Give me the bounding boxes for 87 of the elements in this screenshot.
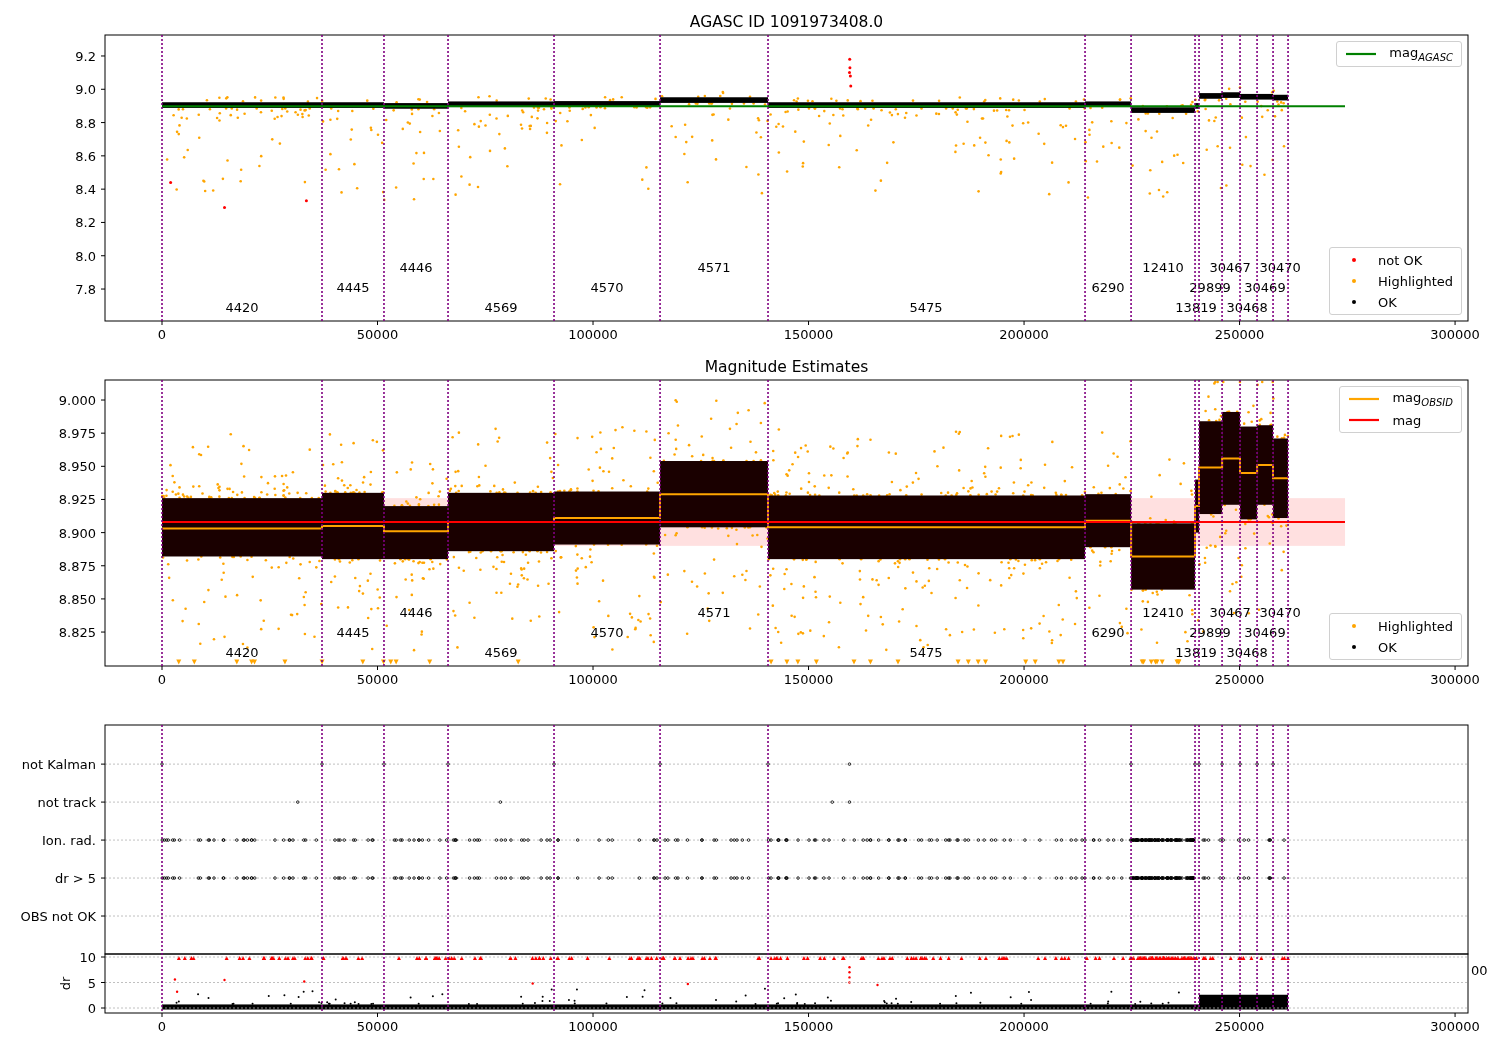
obsid-label: 6290: [1091, 280, 1125, 295]
obsid-label: 30469: [1244, 625, 1286, 640]
axis-tick-label: 150000: [783, 327, 834, 342]
axis-tick-label: Ion. rad.: [42, 833, 96, 849]
obsid-label: 4445: [336, 280, 370, 295]
axis-tick-label: 50000: [356, 327, 399, 342]
axis-tick-label: 50000: [356, 1019, 399, 1034]
axis-tick-label: 9.0: [75, 82, 96, 98]
axis-tick-label: 150000: [783, 1019, 834, 1034]
chart-title: Magnitude Estimates: [704, 358, 869, 376]
chart-title: AGASC ID 1091973408.0: [689, 13, 884, 31]
obsid-label: 5475: [909, 645, 943, 660]
axis-tick-label: 50000: [356, 672, 399, 687]
axis-tick-label: 200000: [999, 672, 1049, 687]
obsid-label: 30467: [1209, 605, 1251, 620]
axis-tick-label: 8.950: [58, 459, 96, 475]
axis-tick-label: not Kalman: [21, 757, 96, 773]
legend-label: Highlighted: [1378, 618, 1453, 634]
axis-tick-label: 300000: [1430, 327, 1480, 342]
axis-tick-label: 8.875: [58, 558, 96, 574]
axis-tick-label: dr > 5: [54, 871, 96, 887]
axis-tick-label: 100000: [568, 327, 618, 342]
axis-tick-label: 8.6: [75, 148, 96, 164]
legend-label: OK: [1378, 639, 1397, 655]
obsid-label: 4570: [590, 280, 624, 295]
legend-label: not OK: [1378, 252, 1423, 268]
obsid-label: 30470: [1259, 260, 1301, 275]
obsid-label: 4570: [590, 625, 624, 640]
obsid-label: 4445: [336, 625, 370, 640]
axis-tick-label: OBS not OK: [20, 909, 96, 924]
axis-tick-label: 300000: [1430, 672, 1480, 687]
legend-label: OK: [1378, 294, 1397, 310]
obsid-label: 12410: [1142, 260, 1184, 275]
axis-tick-label: 150000: [783, 672, 834, 687]
axis-tick-label: 8.4: [75, 182, 96, 198]
axis-tick-label: 8.850: [58, 591, 96, 607]
axis-tick-label: 100000: [568, 1019, 618, 1034]
obsid-label: 30469: [1244, 280, 1286, 295]
obsid-label: 4420: [225, 645, 259, 660]
axis-tick-label: 0: [87, 1001, 96, 1016]
axis-tick-label: 00: [1471, 963, 1488, 978]
axis-tick-label: 0: [157, 327, 167, 342]
axis-tick-label: 100000: [568, 672, 618, 687]
axis-tick-label: 250000: [1214, 1019, 1265, 1034]
axis-tick-label: 250000: [1214, 327, 1265, 342]
legend-label: mag: [1392, 412, 1422, 428]
obsid-label: 13819: [1175, 645, 1217, 660]
axis-tick-label: 9.2: [75, 49, 96, 64]
legend-label: mag$_{AGASC}$: [1389, 45, 1453, 63]
obsid-label: 12410: [1142, 605, 1184, 620]
axis-tick-label: 300000: [1430, 1019, 1480, 1034]
obsid-label: 29899: [1189, 625, 1231, 640]
axis-tick-label: 8.0: [75, 248, 96, 264]
axis-tick-label: 8.825: [58, 625, 96, 641]
axis-tick-label: 10: [79, 950, 96, 965]
obsid-label: 4420: [225, 300, 259, 315]
obsid-label: 4446: [399, 260, 433, 275]
axis-tick-label: 8.2: [75, 215, 96, 231]
obsid-label: 29899: [1189, 280, 1231, 295]
axis-tick-label: 8.8: [75, 115, 96, 131]
axis-tick-label: 250000: [1214, 672, 1265, 687]
axis-tick-label: 9.000: [58, 393, 96, 408]
axis-tick-label: 5: [87, 975, 96, 991]
axis-tick-label: not track: [37, 795, 96, 811]
axis-tick-label: 0: [157, 1019, 167, 1034]
obsid-label: 4569: [484, 300, 518, 315]
axis-tick-label: 200000: [999, 327, 1049, 342]
obsid-label: 6290: [1091, 625, 1125, 640]
obsid-label: 30470: [1259, 605, 1301, 620]
axis-label: dr: [58, 976, 73, 991]
obsid-label: 4571: [697, 260, 731, 275]
obsid-label: 30468: [1226, 300, 1268, 315]
axis-tick-label: 0: [157, 672, 167, 687]
obsid-label: 4569: [484, 645, 518, 660]
axis-tick-label: 8.925: [58, 492, 96, 508]
legend-label: Highlighted: [1378, 273, 1453, 289]
legend-label: mag$_{OBSID}$: [1392, 390, 1453, 408]
axis-tick-label: 8.975: [58, 426, 96, 442]
obsid-label: 5475: [909, 300, 943, 315]
obsid-label: 4446: [399, 605, 433, 620]
obsid-label: 4571: [697, 605, 731, 620]
obsid-label: 30468: [1226, 645, 1268, 660]
axis-tick-label: 8.900: [58, 525, 96, 541]
axis-tick-label: 7.8: [75, 282, 96, 298]
obsid-label: 30467: [1209, 260, 1251, 275]
obsid-label: 13819: [1175, 300, 1217, 315]
axis-tick-label: 200000: [999, 1019, 1049, 1034]
